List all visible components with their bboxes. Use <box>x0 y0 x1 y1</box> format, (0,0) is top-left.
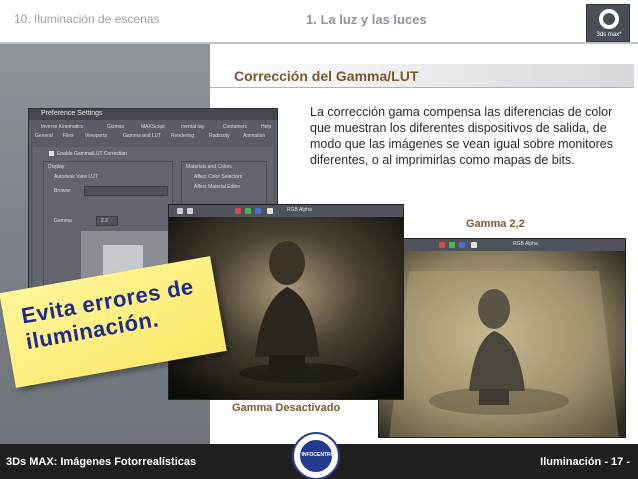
slide-heading: Corrección del Gamma/LUT <box>234 68 419 84</box>
enable-gamma-label: Enable Gamma/LUT Correction <box>57 151 127 157</box>
gamma-value-field[interactable]: 2.2 <box>96 216 118 226</box>
tab-inverse-kinematics[interactable]: Inverse Kinematics <box>41 124 83 130</box>
slide-heading-bar: Corrección del Gamma/LUT <box>210 64 634 88</box>
badge-text: INFOCENTRO <box>301 452 335 458</box>
chapter-title: 1. La luz y las luces <box>306 12 427 27</box>
dialog-titlebar: Preference Settings <box>29 109 277 120</box>
gamma-value: 2.2 <box>101 218 108 224</box>
dialog-title: Preference Settings <box>41 110 103 117</box>
enable-checkbox[interactable] <box>49 151 54 156</box>
slide-header: 10. Iluminación de escenas 1. La luz y l… <box>0 0 638 42</box>
caption-gamma-off: Gamma Desactivado <box>232 402 341 414</box>
red-channel-icon[interactable] <box>439 242 445 248</box>
tab-mental-ray[interactable]: mental ray <box>181 124 204 130</box>
channel-select[interactable]: RGB Alpha <box>287 207 312 213</box>
section-title: 10. Iluminación de escenas <box>14 12 160 26</box>
tab-gizmos[interactable]: Gizmos <box>107 124 124 130</box>
tab-files[interactable]: Files <box>63 133 74 139</box>
logo-text: 3ds max* <box>596 32 622 38</box>
render-toolbar: RGB Alpha <box>379 239 625 251</box>
lut-path-field[interactable] <box>84 186 168 196</box>
render-window-gamma-22: RGB Alpha <box>378 238 626 438</box>
tab-containers[interactable]: Containers <box>223 124 247 130</box>
green-channel-icon[interactable] <box>245 208 251 214</box>
tab-animation[interactable]: Animation <box>243 133 265 139</box>
copy-icon[interactable] <box>187 208 193 214</box>
logo-ring-icon <box>599 9 619 29</box>
alpha-channel-icon[interactable] <box>471 242 477 248</box>
materials-group-label: Materials and Colors <box>186 164 232 170</box>
browse-button[interactable]: Browse <box>54 188 71 194</box>
render-toolbar: RGB Alpha <box>169 205 403 217</box>
autodesk-lut-option[interactable]: Autodesk View LUT <box>54 174 98 180</box>
alpha-channel-icon[interactable] <box>267 208 273 214</box>
tab-general[interactable]: General <box>35 133 53 139</box>
tab-maxscript[interactable]: MAXScript <box>141 124 165 130</box>
tab-gamma-and-lut[interactable]: Gamma and LUT <box>123 133 161 139</box>
tab-help[interactable]: Help <box>261 124 271 130</box>
dialog-tabs: Inverse Kinematics Gizmos MAXScript ment… <box>33 123 273 143</box>
save-icon[interactable] <box>177 208 183 214</box>
body-paragraph: La corrección gama compensa las diferenc… <box>310 105 613 167</box>
render-scene-bright <box>379 251 625 437</box>
badge-inner-circle: INFOCENTRO <box>298 438 335 474</box>
affect-color-selectors-checkbox[interactable]: Affect Color Selectors <box>194 174 242 180</box>
3dsmax-logo: 3ds max* <box>586 4 630 42</box>
caption-gamma-22: Gamma 2,2 <box>466 218 525 230</box>
bust-render-bright <box>379 251 625 437</box>
blue-channel-icon[interactable] <box>459 242 465 248</box>
tab-rendering[interactable]: Rendering <box>171 133 194 139</box>
blue-channel-icon[interactable] <box>255 208 261 214</box>
gamma-option-label[interactable]: Gamma <box>54 218 72 224</box>
display-group-label: Display <box>48 164 65 170</box>
footer-course-title: 3Ds MAX: Imágenes Fotorrealísticas <box>6 456 197 468</box>
slide-footer: 3Ds MAX: Imágenes Fotorrealísticas INFOC… <box>0 432 638 479</box>
channel-select[interactable]: RGB Alpha <box>513 241 538 247</box>
green-channel-icon[interactable] <box>449 242 455 248</box>
tab-viewports[interactable]: Viewports <box>85 133 107 139</box>
footer-page-info: Iluminación - 17 - <box>540 456 630 468</box>
tab-radiosity[interactable]: Radiosity <box>209 133 230 139</box>
red-channel-icon[interactable] <box>235 208 241 214</box>
sticky-note-text: Evita errores de iluminación. <box>19 274 200 355</box>
affect-material-editor-checkbox[interactable]: Affect Material Editor <box>194 184 240 190</box>
infocentro-badge: INFOCENTRO <box>292 432 340 479</box>
